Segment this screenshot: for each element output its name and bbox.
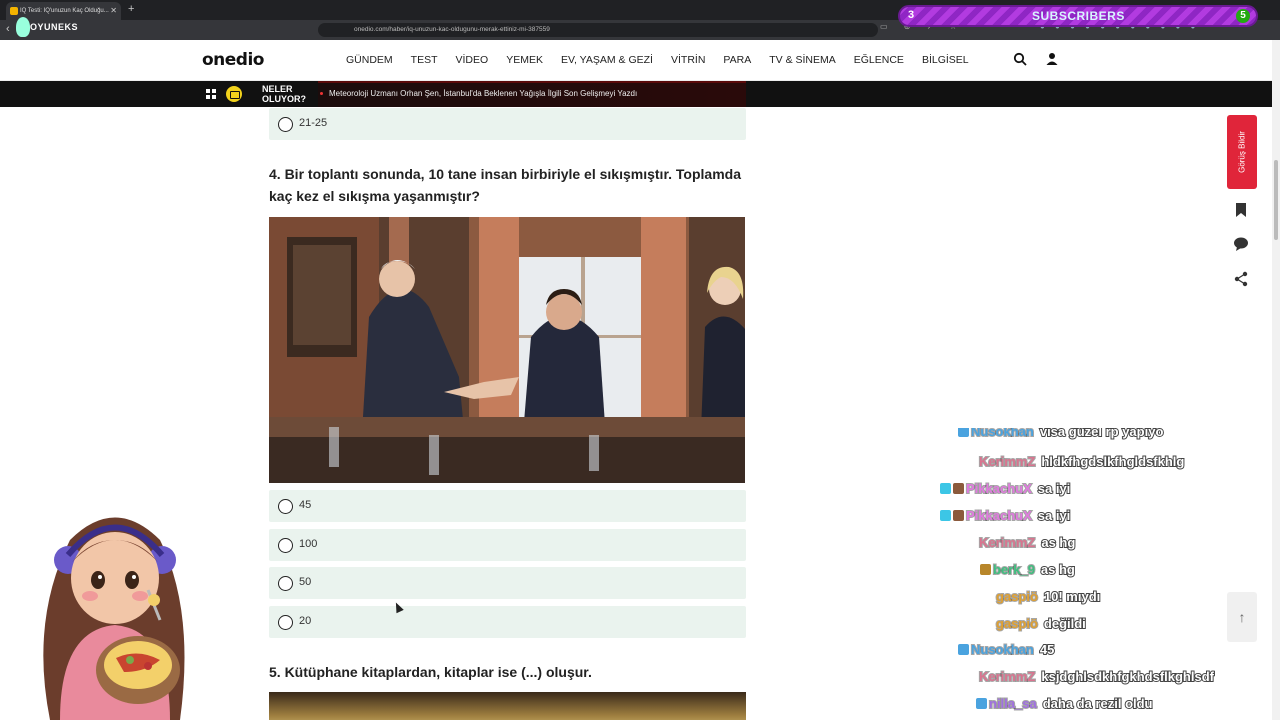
cube-badge-icon bbox=[940, 483, 951, 494]
mod-badge-icon bbox=[958, 644, 969, 655]
url-text: onedio.com/haber/iq-unuzun-kac-oldugunu-… bbox=[354, 26, 550, 33]
news-ticker: NELER OLUYOR? Meteoroloji Uzmanı Orhan Ş… bbox=[0, 81, 1272, 107]
oyuneks-logo: OYUNEKS bbox=[16, 17, 96, 39]
feedback-label: Görüş Bildir bbox=[1237, 131, 1247, 173]
option-label: 50 bbox=[299, 576, 312, 588]
answer-option[interactable]: 100 bbox=[269, 529, 746, 561]
stream-chat: Nusokhan visa güzel rp yapıyo KerimmZ hldk… bbox=[900, 428, 1260, 720]
nav-item-para[interactable]: PARA bbox=[723, 54, 751, 66]
chat-message: berk_9 as hg bbox=[980, 561, 1076, 578]
nav-item-vitrin[interactable]: VİTRİN bbox=[671, 54, 705, 66]
comment-icon[interactable] bbox=[1233, 236, 1249, 252]
nav-item-ev-yasam-gezi[interactable]: EV, YAŞAM & GEZİ bbox=[561, 54, 653, 66]
option-label: 21-25 bbox=[299, 117, 328, 129]
question-5-image bbox=[269, 692, 746, 720]
radio-button[interactable] bbox=[278, 538, 293, 553]
bookmark-icon[interactable] bbox=[1233, 202, 1249, 218]
nav-item-video[interactable]: VİDEO bbox=[456, 54, 489, 66]
user-icon[interactable] bbox=[1045, 52, 1059, 66]
radio-button[interactable] bbox=[278, 615, 293, 630]
tab-title: IQ Testi: IQ'unuzun Kaç Olduğu... bbox=[20, 8, 109, 14]
chat-message: PikkachuX sa iyi bbox=[940, 480, 1071, 497]
new-tab-button[interactable]: + bbox=[128, 3, 134, 15]
search-icon[interactable] bbox=[1013, 52, 1027, 66]
news-badge-icon bbox=[226, 86, 242, 102]
ticker-dot-icon bbox=[320, 92, 323, 95]
chat-message: gaspiö değildi bbox=[995, 615, 1087, 632]
answer-option[interactable]: 50 bbox=[269, 567, 746, 599]
url-field[interactable]: onedio.com/haber/iq-unuzun-kac-oldugunu-… bbox=[318, 23, 878, 37]
option-label: 100 bbox=[299, 538, 318, 550]
streamer-avatar bbox=[43, 517, 185, 720]
trophy-badge-icon bbox=[980, 564, 991, 575]
site-header: onedio GÜNDEM TEST VİDEO YEMEK EV, YAŞAM… bbox=[0, 40, 1272, 81]
answer-option[interactable]: 45 bbox=[269, 490, 746, 522]
main-nav: GÜNDEM TEST VİDEO YEMEK EV, YAŞAM & GEZİ… bbox=[346, 54, 987, 66]
page-scrollbar[interactable] bbox=[1272, 40, 1280, 720]
grid-menu-icon[interactable] bbox=[206, 89, 216, 99]
nav-item-bilgisel[interactable]: BİLGİSEL bbox=[922, 54, 969, 66]
ticker-headline[interactable]: Meteoroloji Uzmanı Orhan Şen, İstanbul'd… bbox=[329, 89, 637, 98]
cube-badge-icon bbox=[940, 510, 951, 521]
chat-message: Nusokhan visa güzel rp yapıyo bbox=[958, 428, 1164, 440]
answer-option[interactable]: 20 bbox=[269, 606, 746, 638]
subscribers-goal-bar: 3 SUBSCRIBERS 5 bbox=[898, 5, 1258, 27]
chat-message: gaspiö 10! mıydı bbox=[995, 588, 1101, 605]
radio-button[interactable] bbox=[278, 576, 293, 591]
share-icon[interactable] bbox=[1233, 271, 1249, 287]
chat-message: Nusokhan 45 bbox=[958, 641, 1055, 658]
mod-badge-icon bbox=[958, 428, 969, 437]
chat-message: KerimmZ as hg bbox=[978, 534, 1076, 551]
nav-item-tv-sinema[interactable]: TV & SİNEMA bbox=[769, 54, 836, 66]
nav-item-yemek[interactable]: YEMEK bbox=[506, 54, 543, 66]
feedback-button[interactable]: Görüş Bildir bbox=[1227, 115, 1257, 189]
subs-label: SUBSCRIBERS bbox=[1032, 9, 1125, 23]
chat-message: PikkachuX sa iyi bbox=[940, 507, 1071, 524]
answer-option[interactable]: 21-25 bbox=[269, 108, 746, 140]
site-logo[interactable]: onedio bbox=[202, 50, 265, 70]
back-arrow-icon[interactable]: ‹ bbox=[6, 23, 10, 35]
handshake-photo bbox=[269, 217, 745, 483]
sub-badge-icon bbox=[953, 483, 964, 494]
nav-item-eglence[interactable]: EĞLENCE bbox=[854, 54, 904, 66]
option-label: 45 bbox=[299, 499, 312, 511]
mascot-icon bbox=[16, 17, 30, 37]
question-5-title: 5. Kütüphane kitaplardan, kitaplar ise (… bbox=[269, 664, 592, 680]
chat-message: KerimmZ ksjdghlsdkhfgkhdsflkghlsdf bbox=[978, 668, 1215, 685]
chat-message: nilla_sa daha da rezil oldu bbox=[976, 695, 1153, 712]
mod-badge-icon bbox=[976, 698, 987, 709]
option-label: 20 bbox=[299, 615, 312, 627]
sub-badge-icon bbox=[953, 510, 964, 521]
scrollbar-thumb[interactable] bbox=[1274, 160, 1278, 240]
tab-favicon-icon bbox=[10, 7, 18, 15]
subs-current: 3 bbox=[908, 9, 915, 21]
tab-close-icon[interactable]: ✕ bbox=[110, 2, 117, 20]
question-4-title: 4. Bir toplantı sonunda, 10 tane insan b… bbox=[269, 166, 741, 204]
nav-item-test[interactable]: TEST bbox=[411, 54, 438, 66]
ticker-title: NELER OLUYOR? bbox=[262, 84, 306, 104]
radio-button[interactable] bbox=[278, 499, 293, 514]
nav-item-gundem[interactable]: GÜNDEM bbox=[346, 54, 393, 66]
question-4-image bbox=[269, 217, 745, 483]
subs-goal: 5 bbox=[1236, 9, 1250, 23]
radio-button[interactable] bbox=[278, 117, 293, 132]
chat-message: KerimmZ hldkfhgdslkfhgldsfkhlg bbox=[978, 453, 1185, 470]
